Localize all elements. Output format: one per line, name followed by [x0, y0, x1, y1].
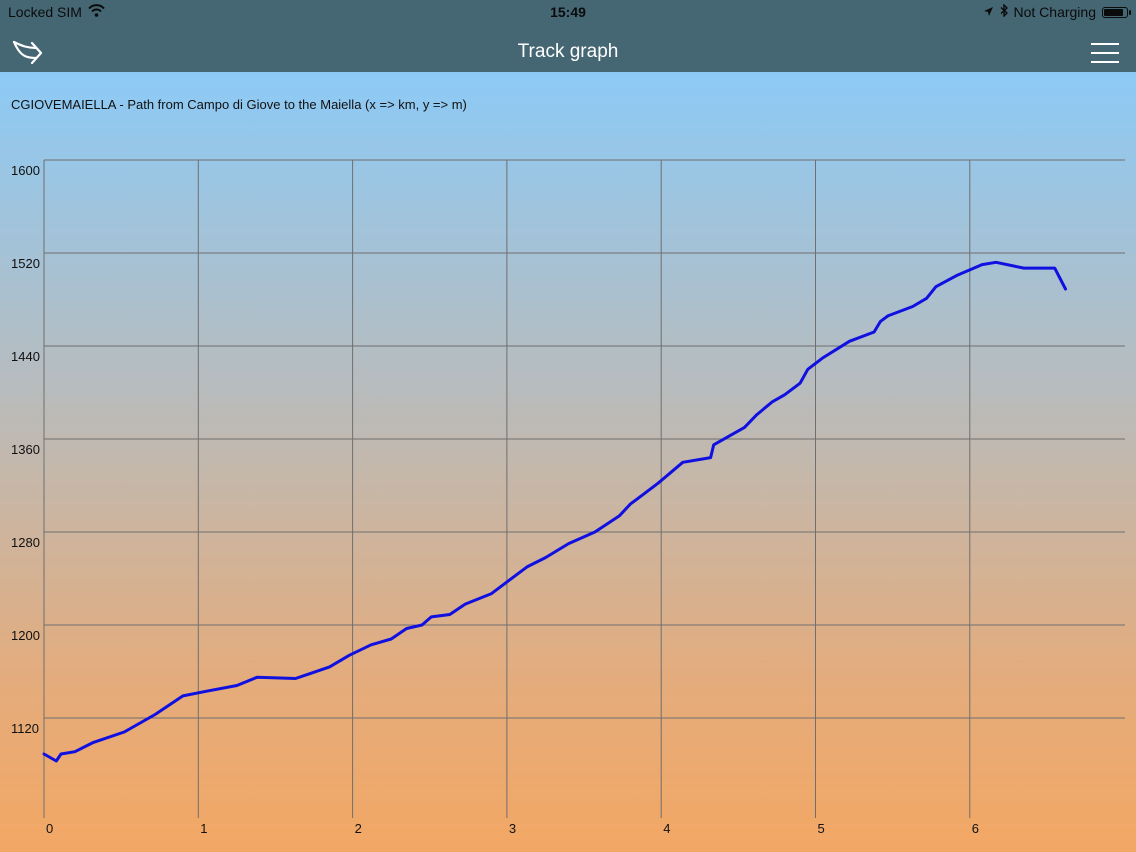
x-tick-label: 0 [46, 821, 53, 836]
battery-icon [1102, 6, 1131, 18]
hamburger-menu-icon[interactable] [1090, 41, 1120, 65]
track-chart: 1120 1200 1280 1360 1440 1520 1600 0 1 2 3 4 5 6 [11, 159, 1125, 836]
y-tick-label: 1200 [11, 628, 40, 643]
x-tick-label: 6 [972, 821, 979, 836]
chart-title: CGIOVEMAIELLA - Path from Campo di Giove… [11, 97, 467, 112]
y-tick-label: 1120 [11, 721, 39, 736]
status-time: 15:49 [550, 4, 586, 20]
y-tick-label: 1440 [11, 349, 40, 364]
location-arrow-icon [983, 4, 994, 20]
status-bar: Locked SIM 15:49 Not Charging [0, 0, 1136, 24]
y-tick-label: 1280 [11, 535, 40, 550]
y-tick-label: 1600 [11, 163, 40, 178]
y-tick-label: 1360 [11, 442, 40, 457]
x-tick-label: 5 [818, 821, 825, 836]
nav-bar: Track graph [0, 24, 1136, 72]
x-tick-label: 4 [663, 821, 670, 836]
bluetooth-icon [1000, 3, 1008, 20]
x-tick-label: 1 [200, 821, 207, 836]
page-title: Track graph [517, 41, 619, 62]
x-tick-label: 2 [355, 821, 362, 836]
series-line [42, 260, 1067, 763]
status-right: Not Charging [983, 3, 1131, 20]
x-tick-label: 3 [509, 821, 516, 836]
chart-area: 1120 1200 1280 1360 1440 1520 1600 0 1 2 3 4 5 6 CGIO… [0, 72, 1136, 852]
y-tick-label: 1520 [11, 256, 40, 271]
charging-status: Not Charging [1013, 4, 1097, 20]
